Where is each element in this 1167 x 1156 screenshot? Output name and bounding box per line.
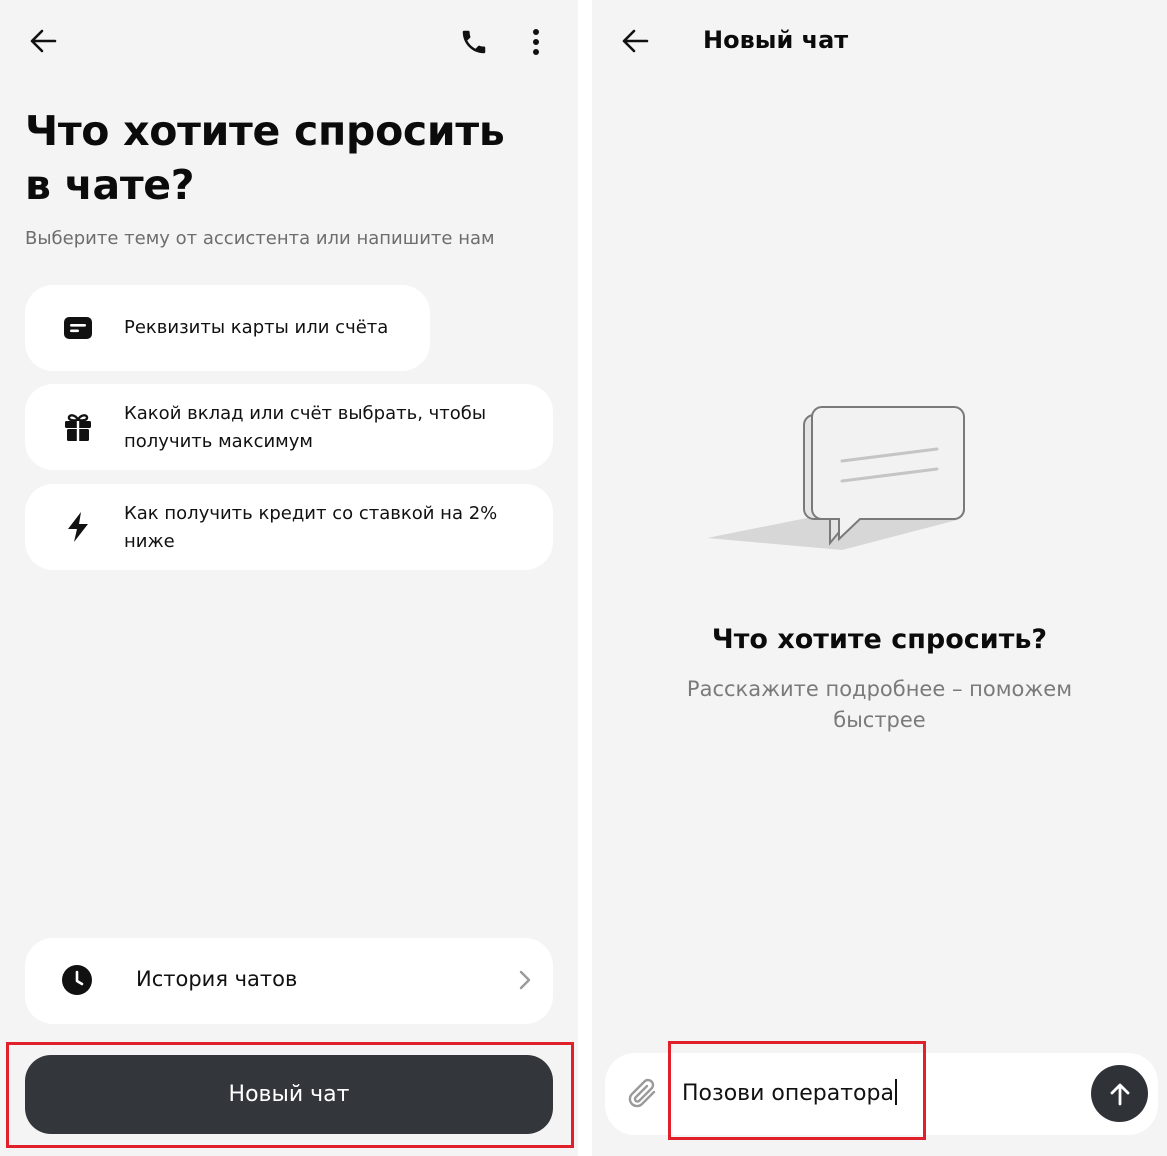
chat-history-label: История чатов — [136, 967, 298, 991]
chat-bubble-illustration — [702, 395, 972, 564]
more-options-button[interactable] — [522, 22, 550, 62]
send-button[interactable] — [1091, 1065, 1148, 1122]
phone-icon — [462, 30, 486, 54]
topic-label: Реквизиты карты или счёта — [124, 317, 389, 338]
back-button[interactable] — [614, 22, 656, 60]
call-button[interactable] — [454, 22, 494, 62]
message-input[interactable]: Позови оператора — [682, 1079, 1042, 1113]
attach-button[interactable] — [627, 1077, 659, 1115]
chat-title: Новый чат — [703, 26, 849, 54]
message-composer: Позови оператора — [605, 1053, 1158, 1135]
back-button[interactable] — [22, 22, 64, 60]
new-chat-button[interactable]: Новый чат — [25, 1055, 553, 1134]
chat-bubble-icon — [707, 406, 965, 550]
page-subtitle: Выберите тему от ассистента или напишите… — [25, 228, 495, 249]
topic-label: Какой вклад или счёт выбрать, чтобы полу… — [124, 403, 487, 452]
chat-history-item[interactable]: История чатов — [25, 938, 553, 1024]
paperclip-icon — [628, 1078, 656, 1108]
card-icon — [61, 311, 95, 345]
new-chat-screen: Новый чат Что хотите спросить? Расскажит… — [592, 0, 1167, 1156]
arrow-up-icon — [1110, 1083, 1129, 1105]
arrow-left-icon — [30, 29, 57, 53]
empty-state-subtitle: Расскажите подробнее – поможем быстрее — [686, 677, 1073, 732]
text-caret — [894, 1079, 897, 1105]
topic-label: Как получить кредит со ставкой на 2% ниж… — [124, 503, 498, 552]
topic-chip-deposit-choice[interactable]: Какой вклад или счёт выбрать, чтобы полу… — [25, 384, 553, 470]
more-vertical-icon — [533, 29, 539, 55]
topic-chip-credit-rate[interactable]: Как получить кредит со ставкой на 2% ниж… — [25, 484, 553, 570]
topics-screen: Что хотите спросить в чате? Выберите тем… — [0, 0, 578, 1156]
topic-chip-card-details[interactable]: Реквизиты карты или счёта — [25, 285, 430, 371]
empty-state-title: Что хотите спросить? — [711, 624, 1048, 655]
clock-icon — [61, 964, 93, 1000]
message-input-value: Позови оператора — [682, 1081, 894, 1106]
gift-icon — [61, 410, 95, 444]
arrow-left-icon — [622, 29, 649, 53]
lightning-icon — [61, 510, 95, 544]
page-title: Что хотите спросить в чате? — [25, 107, 505, 209]
chevron-right-icon — [519, 970, 531, 994]
